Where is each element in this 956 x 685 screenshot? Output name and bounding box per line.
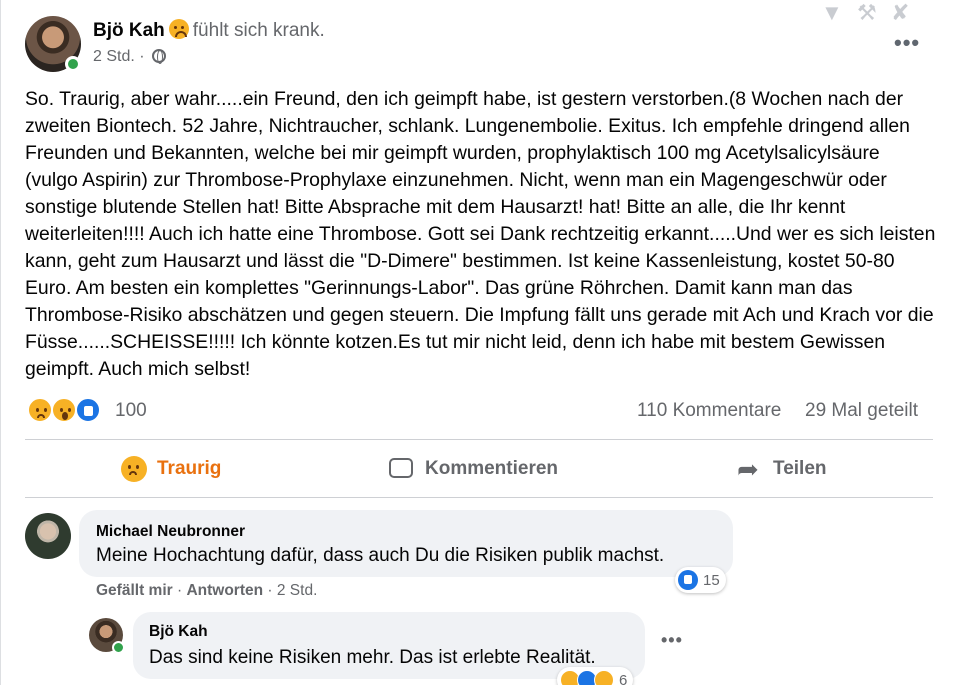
wow-reaction-icon (594, 670, 614, 685)
more-options-icon[interactable]: ••• (894, 30, 920, 56)
share-arrow-icon: ➦ (737, 454, 759, 484)
comment-text: Meine Hochachtung dafür, dass auch Du di… (96, 545, 665, 566)
wrench-icon[interactable]: ⚒ (857, 2, 877, 24)
commenter-avatar[interactable] (25, 513, 71, 559)
reply-text: Das sind keine Risiken mehr. Das ist erl… (149, 647, 596, 668)
share-button[interactable]: ➦ Teilen (737, 450, 827, 488)
comment-button-label: Kommentieren (425, 458, 559, 479)
reply-reactions[interactable]: 6 (557, 667, 634, 685)
sick-emoji-icon (168, 19, 189, 39)
reply-reaction-count: 6 (619, 671, 628, 685)
globe-icon[interactable] (152, 49, 167, 64)
comment-reaction-count: 15 (703, 571, 720, 589)
reply-author[interactable]: Bjö Kah (149, 623, 208, 641)
shares-count[interactable]: 29 Mal geteilt (805, 400, 918, 422)
reply-link[interactable]: Antworten (186, 582, 263, 599)
feeling-text: fühlt sich krank. (192, 20, 325, 41)
comment-reactions[interactable]: 15 (675, 567, 726, 593)
author-name[interactable]: Bjö Kah (93, 20, 165, 41)
divider (25, 497, 933, 498)
online-status-dot (65, 56, 81, 72)
post-timestamp[interactable]: 2 Std. · (93, 48, 145, 65)
comment-bubble-icon (389, 456, 415, 482)
reply-more-options-icon[interactable]: ••• (661, 630, 683, 651)
tools-icon[interactable]: ✘ (891, 2, 909, 24)
wow-reaction-icon (51, 397, 77, 423)
top-tools: ▼ ⚒ ✘ (821, 2, 931, 24)
comment-author[interactable]: Michael Neubronner (96, 523, 245, 541)
like-reaction-icon (75, 397, 101, 423)
post-card: ▼ ⚒ ✘ Bjö Kah fühlt sich krank. 2 Std. · … (0, 0, 956, 685)
divider (25, 439, 933, 440)
post-header: Bjö Kah fühlt sich krank. (93, 19, 325, 42)
reaction-button[interactable]: Traurig (121, 450, 221, 488)
sad-emoji-icon (121, 456, 147, 482)
reaction-count[interactable]: 100 (115, 400, 147, 422)
share-button-label: Teilen (773, 458, 827, 479)
online-status-dot (112, 641, 125, 654)
comment-button[interactable]: Kommentieren (389, 450, 558, 488)
filter-icon[interactable]: ▼ (821, 2, 843, 24)
post-meta: 2 Std. · (93, 48, 167, 66)
like-comment-link[interactable]: Gefällt mir (96, 582, 173, 599)
comments-count[interactable]: 110 Kommentare (637, 400, 781, 422)
comment-actions: Gefällt mir · Antworten · 2 Std. (96, 582, 317, 600)
reaction-button-label: Traurig (157, 458, 222, 479)
comment-bubble: Michael Neubronner Meine Hochachtung daf… (79, 510, 733, 577)
post-text: So. Traurig, aber wahr.....ein Freund, d… (25, 88, 936, 380)
comment-time[interactable]: · 2 Std. (267, 582, 317, 599)
like-reaction-icon (678, 570, 698, 590)
sad-reaction-icon (27, 397, 53, 423)
